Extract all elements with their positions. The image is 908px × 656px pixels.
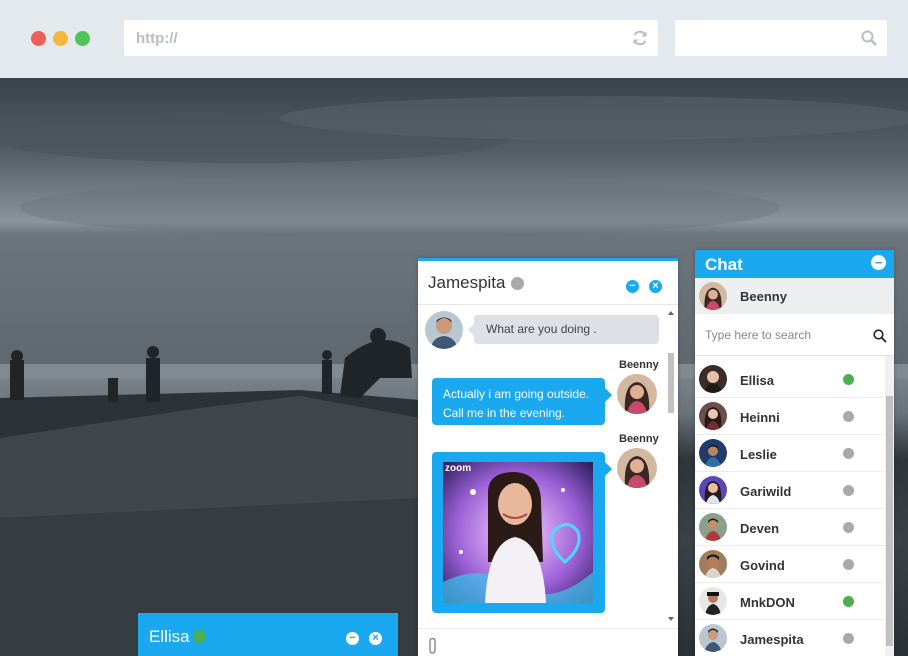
contact-row-ellisa[interactable]: Ellisa	[695, 361, 885, 398]
maximize-window-button[interactable]	[75, 31, 90, 46]
contacts-panel-header[interactable]: Chat −	[695, 250, 894, 278]
scrollbar-thumb[interactable]	[886, 396, 893, 646]
contact-avatar	[699, 402, 727, 430]
contact-avatar	[699, 365, 727, 393]
browser-search-field[interactable]	[675, 20, 887, 56]
offline-status-dot	[843, 411, 854, 422]
contact-avatar	[699, 587, 727, 615]
message-sender-name: Beenny	[619, 359, 659, 371]
current-user-avatar	[699, 282, 727, 310]
shared-photo[interactable]: zoom	[443, 462, 593, 603]
incoming-message: What are you doing .	[468, 315, 659, 344]
chat-input-footer[interactable]	[418, 628, 678, 656]
search-icon[interactable]	[861, 30, 877, 46]
contact-row-jamespita[interactable]: Jamespita	[695, 620, 885, 656]
photo-watermark: zoom	[445, 463, 472, 474]
contact-name: Jamespita	[740, 632, 804, 647]
attachment-icon[interactable]	[427, 637, 439, 655]
contact-search	[695, 314, 894, 356]
close-chat-button[interactable]: ×	[369, 632, 382, 645]
contact-row-leslie[interactable]: Leslie	[695, 435, 885, 472]
minimize-window-button[interactable]	[53, 31, 68, 46]
contact-avatar	[699, 550, 727, 578]
minimize-chat-button[interactable]: −	[626, 280, 639, 293]
minimize-panel-button[interactable]: −	[871, 255, 886, 270]
address-bar-text: http://	[136, 30, 178, 47]
image-message[interactable]: zoom	[432, 452, 612, 613]
contact-name: Heinni	[740, 410, 780, 425]
contact-status-indicator	[511, 277, 524, 290]
contact-name: Deven	[740, 521, 780, 536]
offline-status-dot	[843, 485, 854, 496]
offline-status-dot	[843, 559, 854, 570]
search-icon[interactable]	[873, 329, 887, 343]
minimize-chat-button[interactable]: −	[346, 632, 359, 645]
minimized-chat-window[interactable]: Ellisa − ×	[138, 613, 398, 656]
contact-row-govind[interactable]: Govind	[695, 546, 885, 583]
contact-list-scrollbar[interactable]	[885, 356, 894, 656]
minimized-chat-contact-name: Ellisa	[149, 627, 190, 646]
close-window-button[interactable]	[31, 31, 46, 46]
user-avatar	[617, 448, 657, 488]
contact-row-gariwild[interactable]: Gariwild	[695, 472, 885, 509]
user-avatar	[617, 374, 657, 414]
chat-scrollbar[interactable]	[666, 309, 676, 625]
outgoing-message-line: Actually i am going outside.	[443, 387, 590, 401]
contact-name: Gariwild	[740, 484, 792, 499]
contact-row-mnkdon[interactable]: MnkDON	[695, 583, 885, 620]
contact-status-indicator	[193, 630, 206, 643]
chat-window-header: Jamespita − ×	[418, 261, 678, 305]
outgoing-message-line: Call me in the evening.	[443, 406, 566, 420]
address-bar[interactable]: http://	[124, 20, 658, 56]
contact-avatar	[699, 439, 727, 467]
offline-status-dot	[843, 448, 854, 459]
contact-search-input[interactable]	[705, 326, 860, 344]
contact-name: Leslie	[740, 447, 777, 462]
contacts-panel-title: Chat	[705, 255, 743, 274]
refresh-icon[interactable]	[631, 29, 649, 47]
current-user-row[interactable]: Beenny	[695, 278, 894, 314]
online-status-dot	[843, 374, 854, 385]
contacts-panel: Chat − Beenny Ellisa	[695, 250, 894, 656]
contact-name: Govind	[740, 558, 785, 573]
online-status-dot	[843, 596, 854, 607]
contact-avatar	[425, 311, 463, 349]
current-user-name: Beenny	[740, 289, 787, 304]
contact-list: Ellisa Heinni Leslie Gariwild Deven Govi…	[695, 356, 885, 656]
offline-status-dot	[843, 522, 854, 533]
contact-row-heinni[interactable]: Heinni	[695, 398, 885, 435]
chat-contact-name: Jamespita	[428, 273, 506, 292]
contact-avatar	[699, 624, 727, 652]
message-sender-name: Beenny	[619, 433, 659, 445]
contact-avatar	[699, 513, 727, 541]
offline-status-dot	[843, 633, 854, 644]
close-chat-button[interactable]: ×	[649, 280, 662, 293]
contact-name: Ellisa	[740, 373, 774, 388]
chat-window: Jamespita − × What are you doing . Beenn…	[418, 258, 678, 656]
contact-name: MnkDON	[740, 595, 795, 610]
contact-row-deven[interactable]: Deven	[695, 509, 885, 546]
browser-chrome: http://	[0, 0, 908, 78]
contact-avatar	[699, 476, 727, 504]
outgoing-message: Actually i am going outside. Call me in …	[432, 378, 612, 425]
